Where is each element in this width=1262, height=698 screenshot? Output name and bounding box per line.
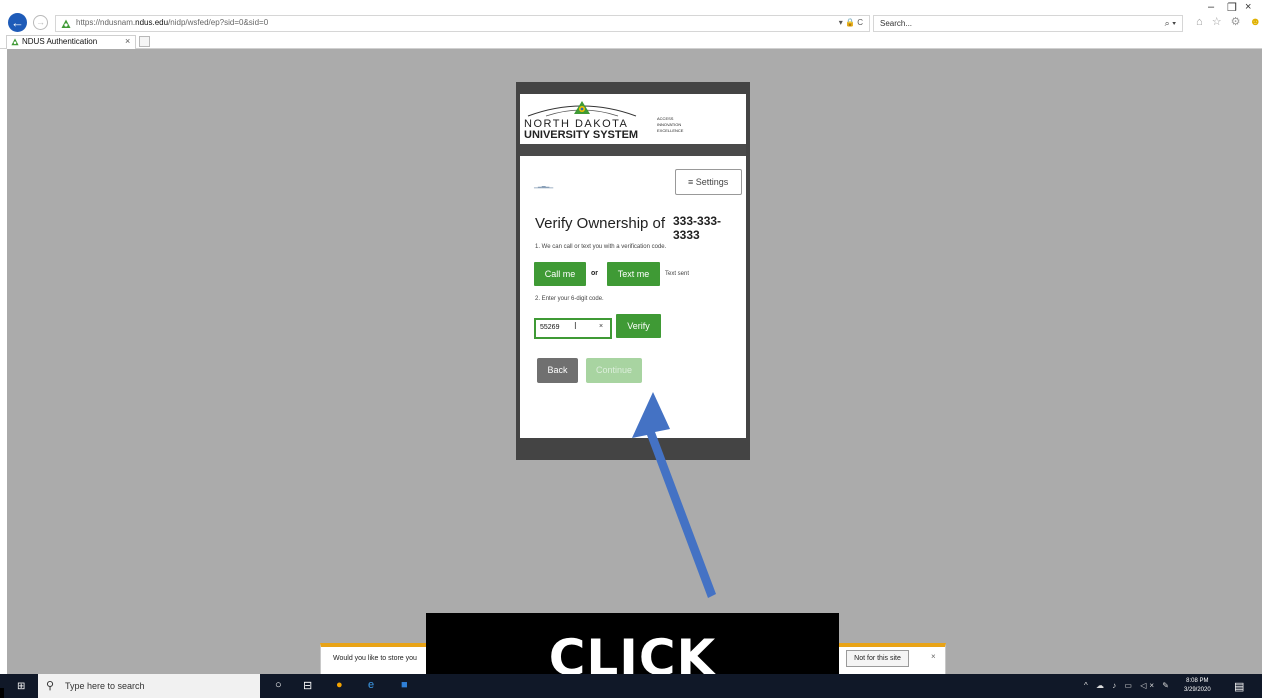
clock-date: 3/29/2020 [1184,687,1211,693]
ndus-logo: NORTH DAKOTA UNIVERSITY SYSTEM ACCESS IN… [520,94,746,144]
chrome-icon[interactable]: ● [336,679,343,691]
browser-search-input[interactable]: Search... ⌕ ▾ [873,15,1183,32]
forward-arrow-icon: → [36,17,45,27]
tab-favicon-icon [11,38,19,46]
url-tools-icons[interactable]: ▾ 🔒 C [839,18,863,27]
close-notification-icon[interactable]: × [931,652,936,661]
search-icon: ⚲ [46,680,55,692]
search-icon[interactable]: ⌕ ▾ [1165,18,1176,29]
small-logo-icon: ▁▂▃▂▁ [534,183,554,189]
text-me-button[interactable]: Text me [607,262,660,286]
continue-button[interactable]: Continue [586,358,642,383]
search-placeholder: Search... [880,19,913,28]
phone-number: 333-333-3333 [673,214,722,242]
action-center-icon[interactable]: ▤ [1234,680,1244,693]
task-view-icon[interactable]: ⊟ [303,679,312,692]
cortana-icon[interactable]: ○ [275,679,282,691]
tab-close-icon[interactable]: × [125,36,130,46]
site-favicon-icon [61,19,71,28]
address-bar[interactable]: https://ndusnam.ndus.edu/nidp/wsfed/ep?s… [55,15,870,32]
header-band [520,144,746,156]
call-me-button[interactable]: Call me [534,262,586,286]
tab-bar: NDUS Authentication × [0,34,1262,49]
feedback-smiley-icon: ☻ [1249,16,1262,28]
outlook-icon[interactable]: ■ [401,679,408,691]
page-left-edge [0,49,7,674]
url-text: https://ndusnam.ndus.edu/nidp/wsfed/ep?s… [76,18,269,27]
settings-label: ≡ Settings [688,177,729,187]
close-window-button[interactable]: × [1245,1,1251,13]
browser-tool-icons[interactable]: ⌂ ☆ ⚙ ☻ [1196,15,1262,28]
clock-time: 8:08 PM [1186,678,1209,684]
step-1-text: 1. We can call or text you with a verifi… [535,244,667,250]
settings-button[interactable]: ≡ Settings [675,169,742,195]
taskbar-clock[interactable]: 8:08 PM 3/29/2020 [1184,677,1211,695]
clear-input-icon[interactable]: × [599,323,603,330]
screen-edge [0,688,4,698]
logo-tagline: ACCESS INNOVATION EXCELLENCE [657,116,684,133]
not-for-this-site-button[interactable]: Not for this site [846,650,909,667]
browser-toolbar: ← → https://ndusnam.ndus.edu/nidp/wsfed/… [0,0,1262,34]
internet-explorer-icon[interactable]: e [368,679,374,691]
verify-button[interactable]: Verify [616,314,661,338]
new-tab-button[interactable] [139,36,150,47]
logo-swoosh-icon [527,101,637,117]
taskbar-search-box[interactable]: ⚲ Type here to search [38,674,260,698]
back-arrow-icon: ← [11,15,24,30]
back-button[interactable]: Back [537,358,578,383]
notification-text: Would you like to store you [333,655,417,662]
taskbar-search-placeholder: Type here to search [65,681,145,691]
home-star-gear-icons: ⌂ ☆ ⚙ [1196,16,1244,28]
minimize-button[interactable]: – [1208,1,1214,13]
verify-title: Verify Ownership of [535,215,666,232]
forward-button[interactable]: → [33,15,48,30]
text-cursor-icon: I [574,321,577,332]
system-tray-icons[interactable]: ^ ☁ ♪ ▭ ◁× ✎ [1084,681,1172,690]
tab-title: NDUS Authentication [22,37,98,46]
logo-line-2: UNIVERSITY SYSTEM [524,129,639,141]
tab-ndus-authentication[interactable]: NDUS Authentication × [6,35,136,49]
step-2-text: 2. Enter your 6-digit code. [535,296,604,302]
verification-code-input[interactable]: 55269 I × [534,318,612,339]
windows-start-icon[interactable]: ⊞ [17,681,25,692]
restore-button[interactable]: ❐ [1227,1,1237,14]
screen: ← → https://ndusnam.ndus.edu/nidp/wsfed/… [0,0,1262,698]
or-label: or [591,270,598,277]
back-button[interactable]: ← [8,13,27,32]
code-value: 55269 [540,324,560,331]
text-sent-status: Text sent [665,271,690,277]
pointer-arrow-icon [632,392,716,598]
windows-taskbar: ⊞ ⚲ Type here to search ○ ⊟ ● e ■ ^ ☁ ♪ … [0,674,1262,698]
